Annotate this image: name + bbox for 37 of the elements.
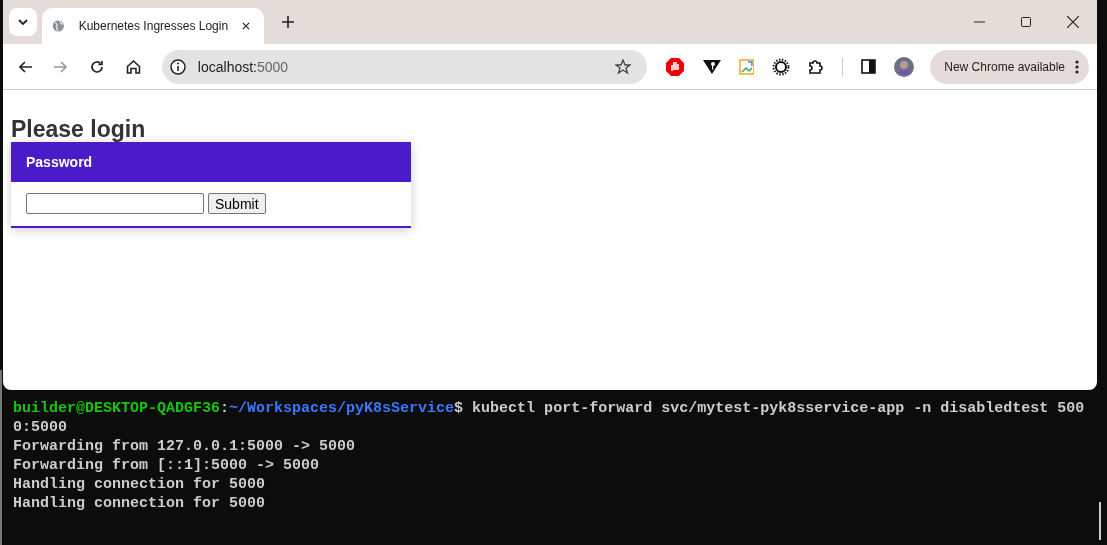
terminal-line: Forwarding from [::1]:5000 -> 5000 — [13, 456, 321, 475]
terminal-line: builder@DESKTOP-QADGF36:~/Workspaces/pyK8sService$ kubectl port-forward svc/mytest-pyk8sservice-app -n disabledtest 500 — [13, 399, 1086, 418]
page-heading: Please login — [11, 116, 147, 142]
more-icon[interactable] — [1075, 59, 1079, 74]
password-field[interactable] — [26, 193, 204, 214]
submit-button[interactable]: Submit — [208, 193, 266, 214]
url-text: localhost:5000 — [197, 58, 289, 75]
address-bar[interactable]: localhost:5000 — [161, 49, 647, 84]
update-button[interactable]: New Chrome available — [930, 49, 1089, 84]
reload-icon[interactable] — [89, 59, 104, 74]
globe-icon — [52, 18, 65, 34]
card-title: Password — [26, 154, 93, 170]
terminal-line: Forwarding from 127.0.0.1:5000 -> 5000 — [13, 437, 357, 456]
tab-title: Kubernetes Ingresses Login — [78, 19, 229, 33]
close-icon[interactable] — [242, 21, 250, 31]
maximize-icon[interactable] — [1021, 17, 1031, 27]
hand-icon[interactable] — [664, 56, 685, 77]
image-icon[interactable] — [738, 58, 755, 75]
side-panel-icon[interactable] — [861, 59, 877, 74]
close-icon[interactable] — [1067, 16, 1079, 28]
chevron-down-icon — [17, 18, 29, 26]
tab-search-button[interactable] — [9, 8, 37, 36]
browser-tab[interactable]: Kubernetes Ingresses Login — [42, 8, 264, 44]
terminal-line: 0:5000 — [13, 418, 68, 437]
terminal-line: Handling connection for 5000 — [13, 494, 267, 513]
star-icon[interactable] — [614, 58, 631, 75]
info-icon[interactable] — [169, 58, 186, 75]
forward-icon[interactable] — [53, 60, 68, 73]
new-tab-icon[interactable] — [282, 16, 294, 28]
sun-icon[interactable] — [772, 57, 791, 76]
back-icon[interactable] — [18, 60, 32, 73]
puzzle-icon[interactable] — [808, 58, 825, 75]
scrollbar[interactable] — [1099, 502, 1101, 540]
terminal-line: Handling connection for 5000 — [13, 475, 267, 494]
home-icon[interactable] — [125, 59, 141, 74]
key-icon[interactable] — [702, 58, 721, 75]
avatar-icon[interactable] — [894, 56, 915, 77]
